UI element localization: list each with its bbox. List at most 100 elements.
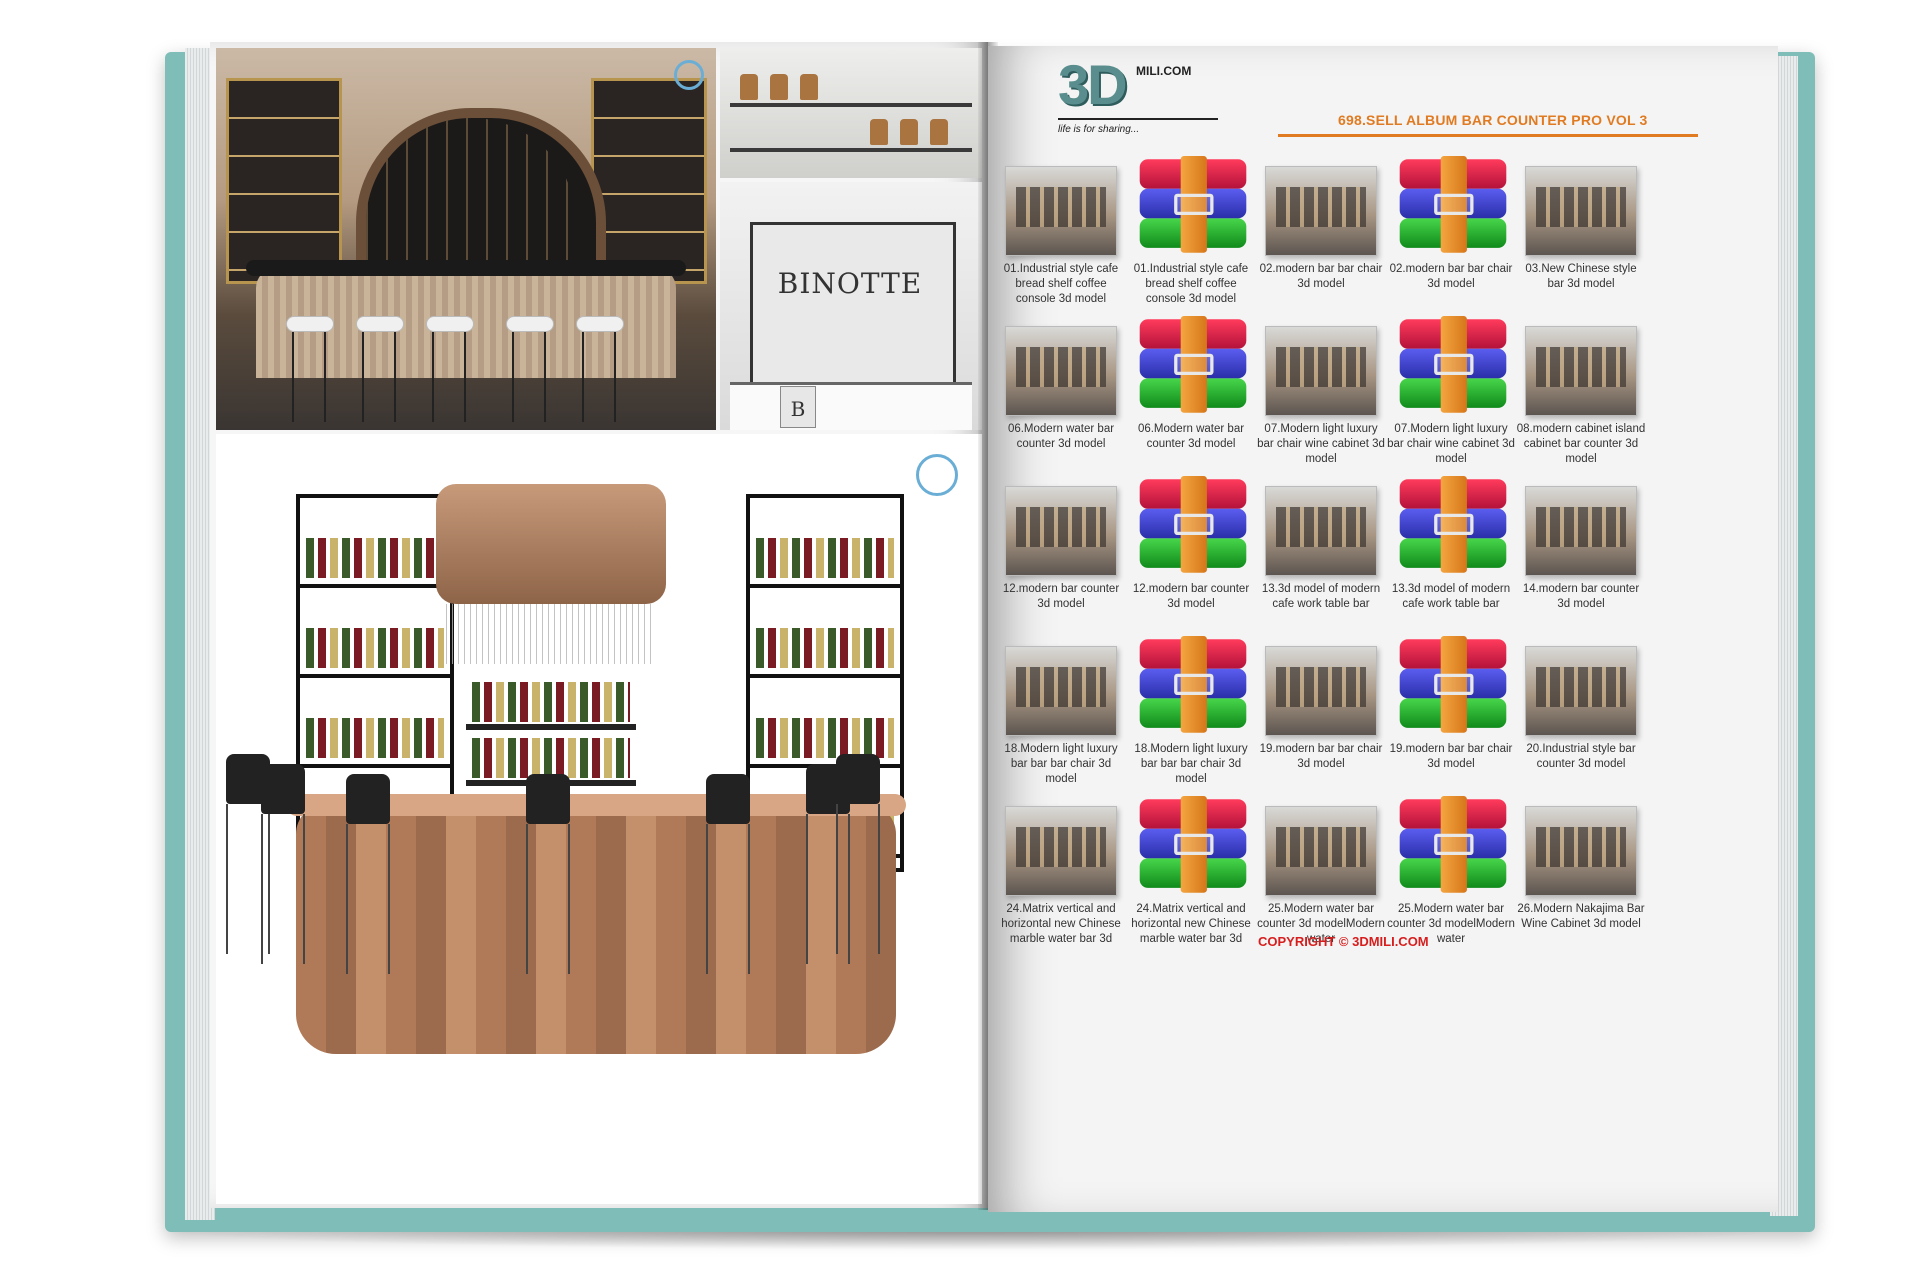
catalog-item[interactable]: 25.Modern water bar counter 3d modelMode… <box>1386 796 1516 947</box>
winrar-archive-icon[interactable] <box>1138 476 1248 573</box>
winrar-archive-icon[interactable] <box>1138 636 1248 733</box>
copyright-text: COPYRIGHT © 3DMILI.COM <box>1258 934 1429 949</box>
catalog-item[interactable]: 07.Modern light luxury bar chair wine ca… <box>1386 316 1516 467</box>
binotte-cup-letter: B <box>790 397 806 421</box>
catalog-item[interactable]: 01.Industrial style cafe bread shelf cof… <box>996 156 1126 307</box>
binotte-counter <box>730 382 972 430</box>
winrar-archive-icon[interactable] <box>1398 636 1508 733</box>
chandelier <box>436 484 666 604</box>
shelf-line <box>730 148 972 152</box>
jar <box>800 74 818 100</box>
catalog-item[interactable]: 18.Modern light luxury bar bar bar chair… <box>996 636 1126 787</box>
catalog-item[interactable]: 06.Modern water bar counter 3d model <box>1126 316 1256 452</box>
logo-3d-text: 3D <box>1058 53 1128 116</box>
catalog-item-caption: 01.Industrial style cafe bread shelf cof… <box>1003 263 1119 305</box>
catalog-item[interactable]: 12.modern bar counter 3d model <box>996 476 1126 612</box>
catalog-item[interactable]: 18.Modern light luxury bar bar bar chair… <box>1126 636 1256 787</box>
catalog-item[interactable]: 07.Modern light luxury bar chair wine ca… <box>1256 316 1386 467</box>
catalog-item-caption: 24.Matrix vertical and horizontal new Ch… <box>1001 903 1121 945</box>
right-page: 3D MILI.COM life is for sharing... 698.S… <box>988 46 1778 1212</box>
catalog-item[interactable]: 24.Matrix vertical and horizontal new Ch… <box>1126 796 1256 947</box>
model-preview-thumbnail[interactable] <box>1265 646 1377 736</box>
winrar-archive-icon[interactable] <box>1398 156 1508 253</box>
catalog-item-caption: 02.modern bar bar chair 3d model <box>1389 263 1513 290</box>
catalog-item[interactable]: 19.modern bar bar chair 3d model <box>1256 636 1386 772</box>
jar <box>740 74 758 100</box>
catalog-item-caption: 19.modern bar bar chair 3d model <box>1259 743 1383 770</box>
catalog-item-caption: 06.Modern water bar counter 3d model <box>1007 423 1115 450</box>
catalog-item[interactable]: 25.Modern water bar counter 3d modelMode… <box>1256 796 1386 947</box>
catalog-item-caption: 13.3d model of modern cafe work table ba… <box>1261 583 1381 610</box>
model-preview-thumbnail[interactable] <box>1525 166 1637 256</box>
model-preview-thumbnail[interactable] <box>1525 486 1637 576</box>
model-preview-thumbnail[interactable] <box>1525 806 1637 896</box>
model-preview-thumbnail[interactable] <box>1265 166 1377 256</box>
jar <box>770 74 788 100</box>
bar-stool <box>286 316 334 426</box>
catalog-item-caption: 13.3d model of modern cafe work table ba… <box>1391 583 1511 610</box>
catalog-item[interactable]: 02.modern bar bar chair 3d model <box>1386 156 1516 292</box>
catalog-item-caption: 20.Industrial style bar counter 3d model <box>1526 743 1636 770</box>
model-preview-thumbnail[interactable] <box>1005 646 1117 736</box>
catalog-item-caption: 19.modern bar bar chair 3d model <box>1389 743 1513 770</box>
catalog-item[interactable]: 19.modern bar bar chair 3d model <box>1386 636 1516 772</box>
model-preview-thumbnail[interactable] <box>1005 806 1117 896</box>
bar-chair <box>836 754 880 954</box>
catalog-item[interactable]: 02.modern bar bar chair 3d model <box>1256 156 1386 292</box>
model-preview-thumbnail[interactable] <box>1005 486 1117 576</box>
catalog-item[interactable]: 14.modern bar counter 3d model <box>1516 476 1646 612</box>
binotte-cafe-photo: BINOTTE B <box>720 182 982 430</box>
winrar-archive-icon[interactable] <box>1138 796 1248 893</box>
chandelier-crystals <box>446 604 656 664</box>
winrar-archive-icon[interactable] <box>1138 316 1248 413</box>
catalog-item-caption: 26.Modern Nakajima Bar Wine Cabinet 3d m… <box>1517 903 1645 930</box>
model-preview-thumbnail[interactable] <box>1265 486 1377 576</box>
winrar-archive-icon[interactable] <box>1398 796 1508 893</box>
catalog-item[interactable]: 03.New Chinese style bar 3d model <box>1516 156 1646 292</box>
catalog-item[interactable]: 24.Matrix vertical and horizontal new Ch… <box>996 796 1126 947</box>
catalog-item[interactable]: 20.Industrial style bar counter 3d model <box>1516 636 1646 772</box>
model-preview-thumbnail[interactable] <box>1265 806 1377 896</box>
catalog-item-caption: 07.Modern light luxury bar chair wine ca… <box>1387 423 1515 465</box>
binotte-sign: BINOTTE <box>777 267 923 300</box>
model-preview-thumbnail[interactable] <box>1005 166 1117 256</box>
arched-bar-photo <box>216 48 716 430</box>
bar-stool <box>576 316 624 426</box>
catalog-item[interactable]: 06.Modern water bar counter 3d model <box>996 316 1126 452</box>
bar-stool <box>506 316 554 426</box>
catalog-item[interactable]: 13.3d model of modern cafe work table ba… <box>1386 476 1516 612</box>
catalog-item-caption: 12.modern bar counter 3d model <box>1002 583 1120 610</box>
catalog-item[interactable]: 01.Industrial style cafe bread shelf cof… <box>1126 156 1256 307</box>
catalog-item-caption: 08.modern cabinet island cabinet bar cou… <box>1516 423 1646 465</box>
bar-stool <box>356 316 404 426</box>
catalog-item-caption: 02.modern bar bar chair 3d model <box>1259 263 1383 290</box>
logo-underline <box>1058 118 1218 120</box>
left-page: BINOTTE B <box>210 42 988 1208</box>
jar <box>930 119 948 145</box>
counter-top <box>246 260 686 276</box>
round-copper-bar-photo <box>216 434 982 1204</box>
bar-chair <box>526 774 570 974</box>
title-rule <box>1278 134 1698 137</box>
catalog-item-caption: 06.Modern water bar counter 3d model <box>1137 423 1245 450</box>
cafe-shelf-photo <box>720 48 982 178</box>
model-preview-thumbnail[interactable] <box>1265 326 1377 416</box>
catalog-item-caption: 18.Modern light luxury bar bar bar chair… <box>1004 743 1118 785</box>
winrar-archive-icon[interactable] <box>1398 316 1508 413</box>
model-preview-thumbnail[interactable] <box>1525 646 1637 736</box>
jar <box>870 119 888 145</box>
bar-chair <box>261 764 305 964</box>
catalog-item[interactable]: 26.Modern Nakajima Bar Wine Cabinet 3d m… <box>1516 796 1646 932</box>
winrar-archive-icon[interactable] <box>1138 156 1248 253</box>
catalog-item[interactable]: 13.3d model of modern cafe work table ba… <box>1256 476 1386 612</box>
model-preview-thumbnail[interactable] <box>1525 326 1637 416</box>
winrar-archive-icon[interactable] <box>1398 476 1508 573</box>
3dmili-logo: 3D MILI.COM <box>1058 52 1218 122</box>
catalog-item-caption: 07.Modern light luxury bar chair wine ca… <box>1257 423 1385 465</box>
model-preview-thumbnail[interactable] <box>1005 326 1117 416</box>
catalog-item[interactable]: 12.modern bar counter 3d model <box>1126 476 1256 612</box>
shelf-line <box>730 103 972 107</box>
jar <box>900 119 918 145</box>
catalog-item[interactable]: 08.modern cabinet island cabinet bar cou… <box>1516 316 1646 467</box>
binotte-cup: B <box>780 386 816 428</box>
